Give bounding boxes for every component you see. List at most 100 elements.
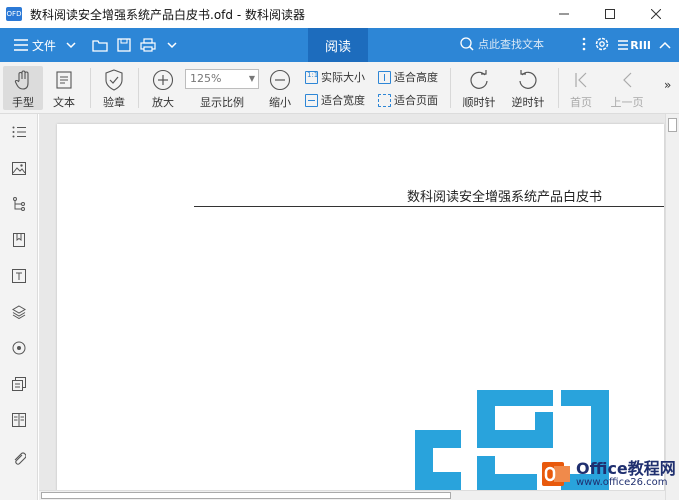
previous-page-label: 上一页: [610, 96, 644, 109]
menu-bar: 文件 阅读 点此查找文本 RIII: [0, 28, 679, 62]
site-watermark: Office教程网 www.office26.com: [540, 458, 676, 490]
actual-size-icon: 1:1: [305, 70, 318, 84]
fit-width-button[interactable]: 适合宽度: [305, 92, 365, 108]
app-logo-icon: OFD: [6, 7, 22, 21]
maximize-button[interactable]: [587, 0, 633, 28]
gear-icon: [596, 37, 609, 50]
search-icon: [460, 37, 474, 51]
quick-access-dropdown[interactable]: [160, 33, 184, 57]
toolbar-divider: [558, 68, 559, 108]
layers-panel-button[interactable]: [11, 304, 27, 320]
hand-tool-label: 手型: [12, 96, 34, 109]
minimize-icon: [559, 13, 569, 15]
previous-page-button[interactable]: 上一页: [609, 66, 645, 110]
shield-check-icon: [105, 69, 123, 91]
vertical-scrollbar[interactable]: [665, 114, 679, 500]
collapse-ribbon-button[interactable]: [659, 38, 671, 52]
lines-icon: [618, 40, 629, 50]
zoom-in-label: 放大: [152, 96, 174, 109]
tree-icon: [13, 197, 25, 211]
toolbar-divider: [450, 68, 451, 108]
title-bar: OFD 数科阅读安全增强系统产品白皮书.ofd - 数科阅读器: [0, 0, 679, 28]
pages-icon: [12, 377, 26, 391]
tab-read[interactable]: 阅读: [308, 28, 368, 62]
chevron-left-icon: [623, 72, 632, 88]
zoom-out-icon: [269, 69, 291, 91]
fit-width-icon: [305, 93, 318, 107]
search-placeholder: 点此查找文本: [478, 38, 544, 51]
annotation-panel-button[interactable]: [11, 268, 27, 284]
close-button[interactable]: [633, 0, 679, 28]
settings-button[interactable]: [594, 36, 610, 55]
window-title: 数科阅读安全增强系统产品白皮书.ofd - 数科阅读器: [30, 7, 305, 22]
minimize-button[interactable]: [541, 0, 587, 28]
close-icon: [651, 9, 661, 19]
chevron-down-icon: [167, 42, 177, 49]
file-menu-label: 文件: [32, 38, 57, 53]
bookmark-panel-button[interactable]: [11, 232, 27, 248]
document-info-panel-button[interactable]: [11, 412, 27, 428]
zoom-in-icon: [152, 69, 174, 91]
text-tool-label: 文本: [53, 96, 75, 109]
first-page-label: 首页: [570, 96, 592, 109]
hand-tool-button[interactable]: 手型: [3, 66, 43, 110]
open-folder-button[interactable]: [88, 33, 112, 57]
attachments-pages-panel-button[interactable]: [11, 376, 27, 392]
actual-size-button[interactable]: 1:1 实际大小: [305, 69, 365, 85]
zoom-out-button[interactable]: 缩小: [267, 66, 293, 110]
vertical-scroll-thumb[interactable]: [668, 118, 677, 132]
attachment-panel-button[interactable]: [11, 450, 27, 466]
verify-seal-label: 验章: [103, 96, 125, 109]
horizontal-scroll-thumb[interactable]: [41, 492, 451, 499]
zoom-value: 125%: [190, 72, 222, 85]
chevron-up-icon: [659, 41, 671, 49]
search-field[interactable]: 点此查找文本: [460, 36, 544, 52]
rotate-counterclockwise-button[interactable]: 逆时针: [509, 66, 547, 110]
first-page-button[interactable]: 首页: [568, 66, 594, 110]
chevron-down-icon: ▼: [248, 74, 255, 83]
window-controls: [541, 0, 679, 28]
structure-panel-button[interactable]: [11, 196, 27, 212]
text-tool-button[interactable]: 文本: [48, 66, 80, 110]
fit-page-icon: [378, 93, 391, 107]
print-button[interactable]: [136, 33, 160, 57]
document-heading: 数科阅读安全增强系统产品白皮书: [407, 190, 603, 205]
document-view[interactable]: 数科阅读安全增强系统产品白皮书: [39, 114, 679, 500]
watermark-url: www.office26.com: [576, 476, 668, 488]
toolbar-overflow-button[interactable]: »: [664, 78, 671, 92]
zoom-in-button[interactable]: 放大: [150, 66, 176, 110]
vertical-dots-icon: [582, 37, 586, 50]
hand-icon: [14, 70, 29, 90]
verify-seal-button[interactable]: 验章: [100, 66, 128, 110]
office-logo-icon: [540, 458, 572, 490]
document-page[interactable]: 数科阅读安全增强系统产品白皮书: [57, 124, 664, 494]
rotate-counterclockwise-label: 逆时针: [511, 96, 545, 109]
fit-height-label: 适合高度: [394, 71, 438, 84]
file-menu-button[interactable]: 文件: [14, 37, 76, 54]
seal-icon: [12, 341, 26, 355]
fit-width-label: 适合宽度: [321, 94, 365, 107]
rotate-clockwise-button[interactable]: 顺时针: [460, 66, 498, 110]
printer-icon: [140, 38, 156, 52]
text-box-icon: [12, 269, 26, 283]
outline-panel-button[interactable]: [11, 124, 27, 140]
fit-page-label: 适合页面: [394, 94, 438, 107]
chevron-down-icon: [66, 42, 76, 49]
folder-open-icon: [92, 40, 108, 52]
heading-rule: [194, 206, 664, 207]
more-options-button[interactable]: [582, 37, 586, 54]
zoom-label: 显示比例: [200, 96, 244, 109]
ribbon-toolbar: 手型 文本 验章 放大 125% ▼ 显示比例 缩小 1:1 实际大小 适合宽度…: [0, 62, 679, 114]
fit-page-button[interactable]: 适合页面: [378, 92, 438, 108]
text-select-icon: [56, 71, 72, 89]
layers-icon: [12, 305, 26, 319]
zoom-select[interactable]: 125% ▼: [185, 69, 259, 89]
seal-panel-button[interactable]: [11, 340, 27, 356]
thumbnail-panel-button[interactable]: [11, 160, 27, 176]
horizontal-scrollbar[interactable]: [39, 490, 665, 500]
fit-height-button[interactable]: 适合高度: [378, 69, 438, 85]
paperclip-icon: [14, 452, 26, 465]
save-button[interactable]: [112, 33, 136, 57]
first-page-icon: [575, 72, 587, 88]
rotate-cw-icon: [470, 70, 488, 89]
